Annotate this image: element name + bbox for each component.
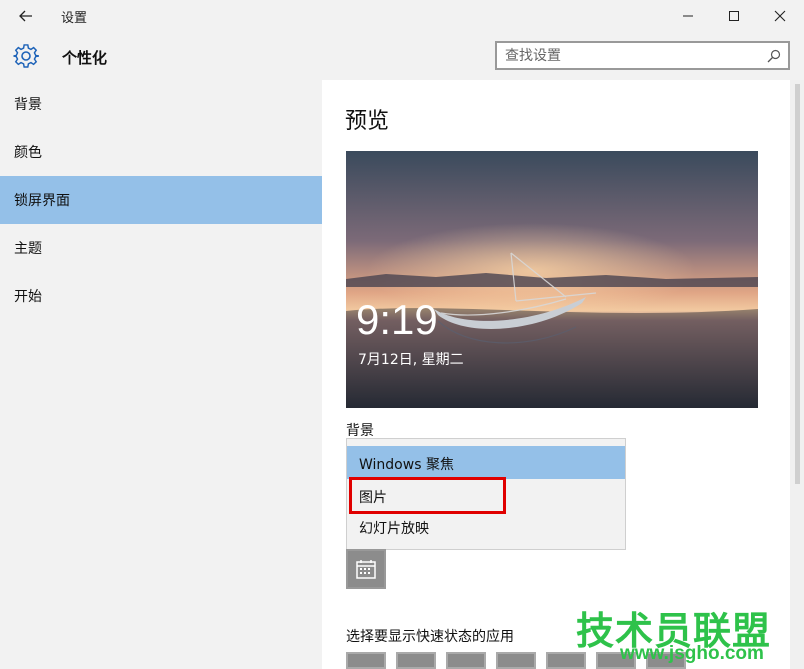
window-title: 设置 xyxy=(61,7,87,26)
page-title: 个性化 xyxy=(62,47,107,68)
sidebar-item-start[interactable]: 开始 xyxy=(0,272,322,320)
quick-status-app-button[interactable] xyxy=(446,652,486,669)
minimize-button[interactable] xyxy=(665,0,711,32)
sidebar-item-background[interactable]: 背景 xyxy=(0,80,322,128)
sidebar-item-themes[interactable]: 主题 xyxy=(0,224,322,272)
search-input[interactable] xyxy=(505,47,755,65)
minimize-icon xyxy=(682,10,694,22)
calendar-icon xyxy=(355,558,377,580)
preview-heading: 预览 xyxy=(345,103,389,135)
page-header: 个性化 xyxy=(0,32,804,80)
search-icon[interactable] xyxy=(767,49,781,63)
maximize-button[interactable] xyxy=(711,0,757,32)
background-label: 背景 xyxy=(346,420,374,440)
close-button[interactable] xyxy=(757,0,803,32)
highlight-annotation xyxy=(349,477,506,514)
watermark-url: www.jsgho.com xyxy=(620,643,764,665)
settings-window: 设置 个性化 背景 颜色 锁屏界面 主题 开始 预览 xyxy=(0,0,804,669)
sidebar-item-lock-screen[interactable]: 锁屏界面 xyxy=(0,176,322,224)
quick-status-label: 选择要显示快速状态的应用 xyxy=(346,626,514,646)
option-label: 幻灯片放映 xyxy=(359,518,429,538)
background-option-slideshow[interactable]: 幻灯片放映 xyxy=(347,510,625,543)
background-option-spotlight[interactable]: Windows 聚焦 xyxy=(347,446,625,479)
detailed-status-app-button[interactable] xyxy=(346,549,386,589)
sidebar-item-label: 主题 xyxy=(14,238,42,258)
sidebar-item-colors[interactable]: 颜色 xyxy=(0,128,322,176)
back-button[interactable] xyxy=(14,5,38,27)
lock-screen-preview xyxy=(346,151,758,408)
sidebar-item-label: 锁屏界面 xyxy=(14,190,70,210)
scrollbar-thumb[interactable] xyxy=(795,84,800,484)
title-bar: 设置 xyxy=(0,0,804,32)
sidebar: 背景 颜色 锁屏界面 主题 开始 xyxy=(0,80,322,669)
back-arrow-icon xyxy=(19,10,33,22)
sidebar-item-label: 背景 xyxy=(14,94,42,114)
sidebar-item-label: 颜色 xyxy=(14,142,42,162)
preview-date: 7月12日, 星期二 xyxy=(358,349,464,369)
gear-icon xyxy=(12,42,40,70)
close-icon xyxy=(774,10,786,22)
quick-status-app-button[interactable] xyxy=(496,652,536,669)
preview-time: 9:19 xyxy=(356,296,438,344)
preview-image xyxy=(346,151,758,408)
maximize-icon xyxy=(728,10,740,22)
quick-status-app-button[interactable] xyxy=(346,652,386,669)
quick-status-app-button[interactable] xyxy=(396,652,436,669)
search-box[interactable] xyxy=(495,41,790,70)
sidebar-item-label: 开始 xyxy=(14,286,42,306)
option-label: Windows 聚焦 xyxy=(359,454,454,474)
